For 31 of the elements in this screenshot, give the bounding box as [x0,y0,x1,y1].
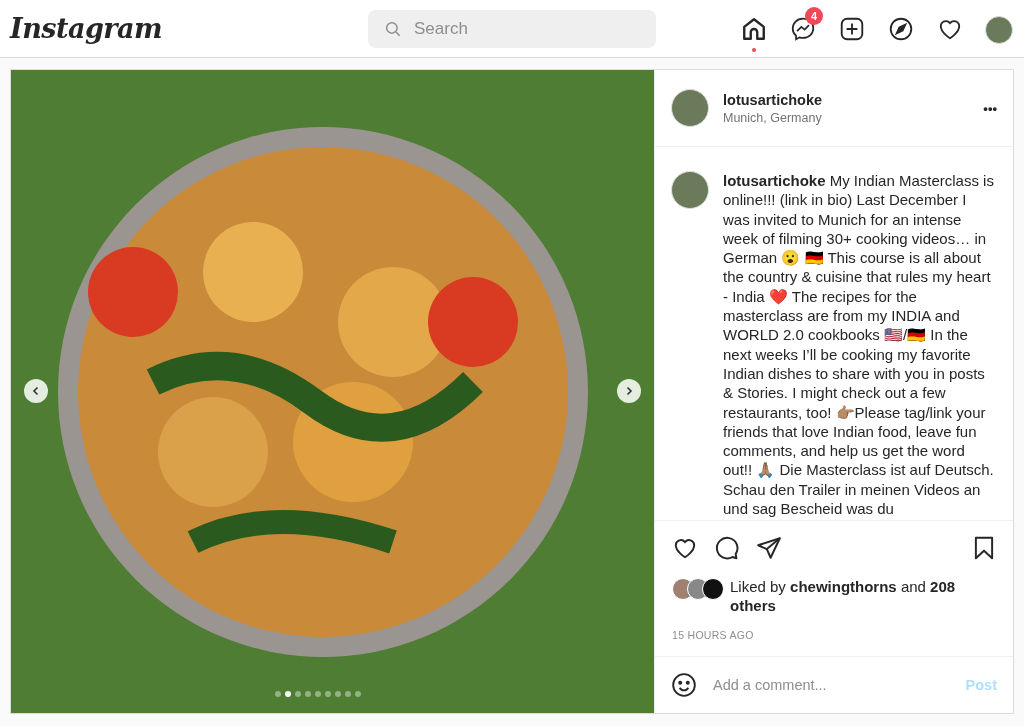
liker-avatars [672,578,724,600]
username-link[interactable]: lotusartichoke [723,91,970,108]
send-icon[interactable] [756,535,782,561]
location-link[interactable]: Munich, Germany [723,110,970,125]
profile-avatar[interactable] [985,15,1013,44]
carousel-dot[interactable] [354,691,361,697]
plus-square-icon[interactable] [839,15,865,42]
carousel-dot[interactable] [314,691,321,697]
author-avatar[interactable] [671,89,709,127]
carousel-dot[interactable] [334,691,341,697]
emoji-icon[interactable] [671,672,697,698]
chevron-left-icon [31,386,41,396]
previous-button[interactable] [24,379,48,403]
carousel-dot[interactable] [344,691,351,697]
caption-text: lotusartichoke My Indian Masterclass is online!!! (link in bio) Last December I was invited to Munich for an intense week of filming 30+ cooking videos… in German 😮 🇩🇪 This course is all about the country & cuisine that rules my heart - India ❤ The recipes for the masterclass are from my INDIA and WORLD 2.0 cookbooks 🇺🇸/🇩🇪 In the next weeks I’ll be cooking my favorite Indian dishes to share with you in posts & Stories. I might check out a few restaurants, too! 👉🏽Please tag/link your friends that love Indian food, leave fun comments, and help us get the word out!! 🙏🏽 Die Masterclass ist auf Deutsch. Schau den Trailer in meinen Videos an und sag Bescheid was du [723,171,995,520]
author-avatar[interactable] [671,171,709,209]
likes-text[interactable]: Liked by chewingthorns and 208 others [730,577,970,615]
compass-icon[interactable] [888,15,914,42]
notification-badge: 4 [805,6,823,25]
carousel-dot[interactable] [324,691,331,697]
search-field[interactable]: Search [368,9,656,48]
carousel-dot[interactable] [294,691,301,697]
carousel-dot[interactable] [304,691,311,697]
carousel-dot[interactable] [284,691,291,697]
chevron-right-icon [624,386,634,396]
more-options-button[interactable]: ••• [983,100,997,116]
home-icon[interactable] [741,15,767,42]
instagram-logo[interactable]: Instagram [10,13,368,44]
carousel-dot[interactable] [274,691,281,697]
next-button[interactable] [617,379,641,403]
comment-icon[interactable] [714,535,740,561]
